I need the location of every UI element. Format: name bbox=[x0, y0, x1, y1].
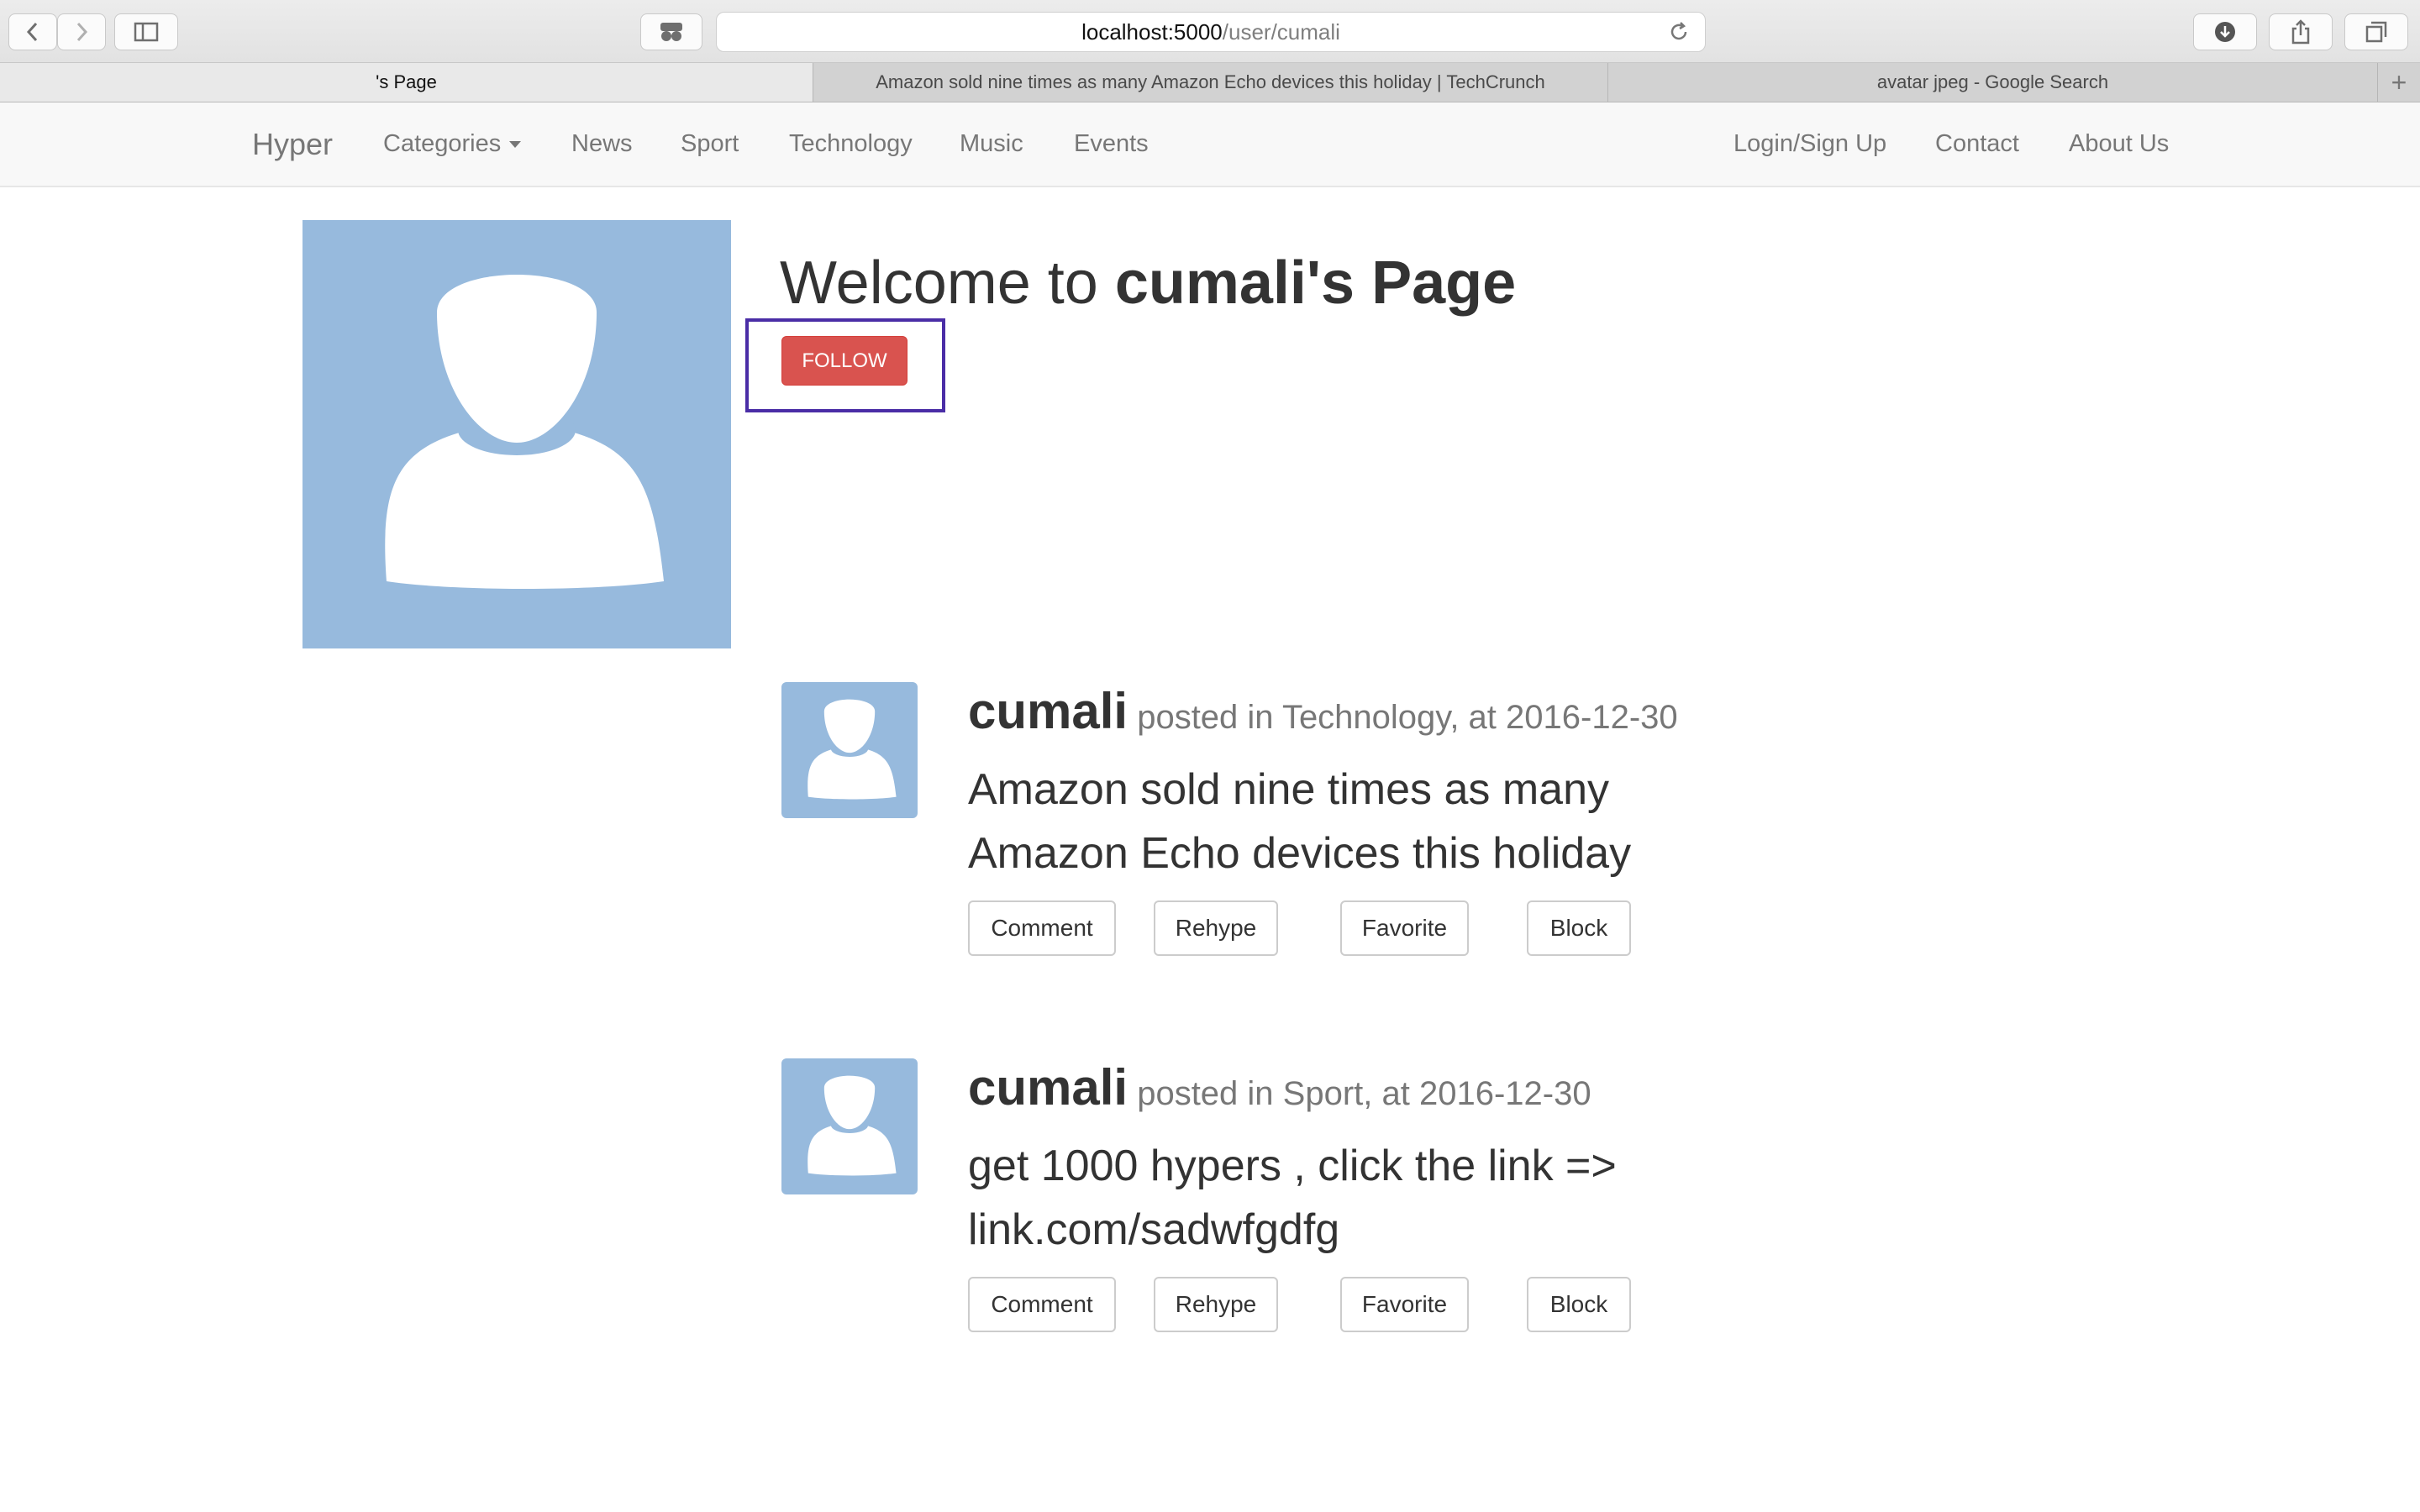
post-username[interactable]: cumali bbox=[968, 1059, 1128, 1116]
sidebar-toggle-button[interactable] bbox=[114, 13, 178, 50]
post-header: cumali posted in Sport, at 2016-12-30 bbox=[968, 1058, 1591, 1116]
url-path: /user/cumali bbox=[1222, 18, 1340, 45]
block-button[interactable]: Block bbox=[1527, 1277, 1631, 1332]
post-body: Amazon sold nine times as many Amazon Ec… bbox=[968, 765, 1632, 878]
share-icon bbox=[2291, 19, 2310, 45]
forward-button[interactable] bbox=[57, 13, 106, 50]
back-button[interactable] bbox=[8, 13, 57, 50]
post-avatar[interactable] bbox=[781, 682, 918, 818]
block-button[interactable]: Block bbox=[1527, 900, 1631, 956]
nav-link-login[interactable]: Login/Sign Up bbox=[1733, 102, 1886, 186]
sidebar-icon bbox=[134, 22, 159, 42]
nav-link-music[interactable]: Music bbox=[960, 102, 1023, 186]
brand-link[interactable]: Hyper bbox=[252, 102, 333, 186]
post-header: cumali posted in Technology, at 2016-12-… bbox=[968, 682, 1678, 740]
user-silhouette-icon bbox=[808, 1075, 897, 1176]
nav-link-technology[interactable]: Technology bbox=[789, 102, 913, 186]
nav-link-contact[interactable]: Contact bbox=[1935, 102, 2019, 186]
nav-link-news[interactable]: News bbox=[571, 102, 633, 186]
reader-icon bbox=[660, 23, 682, 41]
nav-link-sport[interactable]: Sport bbox=[681, 102, 739, 186]
nav-categories-dropdown[interactable]: Categories bbox=[383, 102, 522, 186]
nav-categories-label: Categories bbox=[383, 130, 502, 157]
chevron-left-icon bbox=[26, 22, 38, 42]
show-tabs-button[interactable] bbox=[2344, 13, 2408, 50]
browser-tab[interactable]: Amazon sold nine times as many Amazon Ec… bbox=[813, 63, 1608, 102]
site-navbar: Hyper Categories News Sport Technology M… bbox=[0, 102, 2420, 187]
page-title: Welcome to cumali's Page bbox=[780, 249, 1516, 318]
post-username[interactable]: cumali bbox=[968, 683, 1128, 739]
nav-link-events[interactable]: Events bbox=[1074, 102, 1149, 186]
user-silhouette-icon bbox=[385, 275, 664, 589]
comment-button[interactable]: Comment bbox=[968, 900, 1116, 956]
tab-strip: 's Page Amazon sold nine times as many A… bbox=[0, 63, 2420, 102]
post-item: cumali posted in Technology, at 2016-12-… bbox=[781, 682, 1790, 959]
highlight-box bbox=[745, 318, 945, 412]
downloads-button[interactable] bbox=[2193, 13, 2257, 50]
favorite-button[interactable]: Favorite bbox=[1340, 900, 1469, 956]
comment-button[interactable]: Comment bbox=[968, 1277, 1116, 1332]
post-meta: posted in Sport, at 2016-12-30 bbox=[1137, 1075, 1591, 1112]
welcome-prefix: Welcome to bbox=[780, 249, 1115, 317]
nav-link-about[interactable]: About Us bbox=[2069, 102, 2169, 186]
address-bar[interactable]: localhost:5000/user/cumali bbox=[716, 12, 1706, 52]
reload-icon[interactable] bbox=[1668, 21, 1690, 49]
browser-toolbar: localhost:5000/user/cumali bbox=[0, 0, 2420, 63]
tabs-icon bbox=[2365, 21, 2387, 43]
post-avatar[interactable] bbox=[781, 1058, 918, 1194]
chevron-right-icon bbox=[76, 22, 88, 42]
url-host: localhost:5000 bbox=[1081, 18, 1223, 45]
caret-down-icon bbox=[509, 140, 522, 148]
post-meta: posted in Technology, at 2016-12-30 bbox=[1137, 699, 1678, 736]
browser-tab[interactable]: 's Page bbox=[0, 63, 813, 102]
share-button[interactable] bbox=[2269, 13, 2333, 50]
post-item: cumali posted in Sport, at 2016-12-30 ge… bbox=[781, 1058, 1790, 1336]
rehype-button[interactable]: Rehype bbox=[1154, 1277, 1278, 1332]
tab-overview-button[interactable] bbox=[640, 13, 702, 50]
new-tab-button[interactable]: + bbox=[2378, 63, 2420, 102]
download-icon bbox=[2215, 22, 2235, 42]
rehype-button[interactable]: Rehype bbox=[1154, 900, 1278, 956]
post-body: get 1000 hypers , click the link => link… bbox=[968, 1142, 1617, 1254]
favorite-button[interactable]: Favorite bbox=[1340, 1277, 1469, 1332]
user-silhouette-icon bbox=[808, 699, 897, 800]
browser-tab[interactable]: avatar jpeg - Google Search bbox=[1608, 63, 2378, 102]
profile-avatar bbox=[302, 220, 731, 648]
welcome-username: cumali's Page bbox=[1114, 249, 1517, 317]
